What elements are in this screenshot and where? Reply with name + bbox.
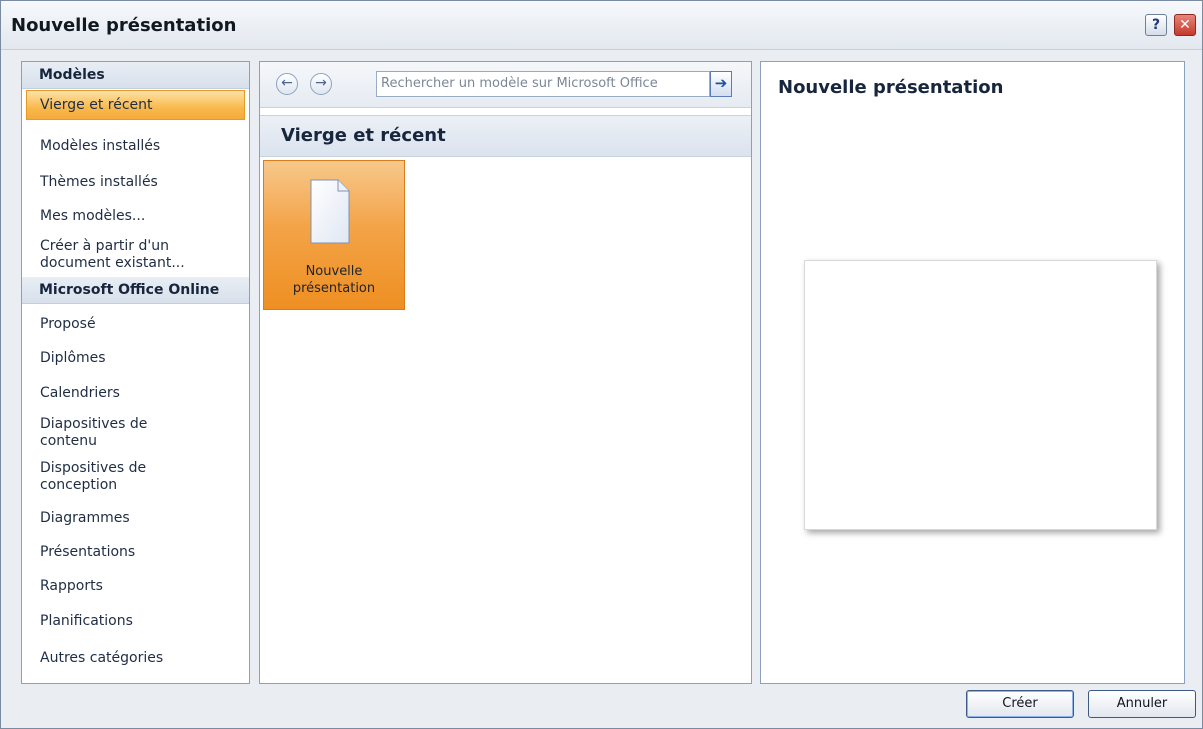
sidebar-item-featured[interactable]: Proposé xyxy=(22,316,249,333)
sidebar-item-reports[interactable]: Rapports xyxy=(22,578,249,595)
tile-label: Nouvelle présentation xyxy=(292,264,376,296)
create-button[interactable]: Créer xyxy=(966,690,1074,718)
blank-document-icon xyxy=(310,179,350,244)
sidebar-item-diagrams[interactable]: Diagrammes xyxy=(22,510,249,527)
window-title: Nouvelle présentation xyxy=(11,15,237,36)
template-search-input[interactable]: Rechercher un modèle sur Microsoft Offic… xyxy=(376,71,710,97)
back-arrow-icon[interactable]: ← xyxy=(276,73,298,95)
title-bar: Nouvelle présentation ? ✕ xyxy=(1,1,1202,50)
cancel-button[interactable]: Annuler xyxy=(1088,690,1196,718)
section-header-office-online: Microsoft Office Online xyxy=(22,277,249,304)
sidebar-item-blank-and-recent[interactable]: Vierge et récent xyxy=(26,90,245,120)
sidebar-item-calendars[interactable]: Calendriers xyxy=(22,385,249,402)
templates-panel: ← → Rechercher un modèle sur Microsoft O… xyxy=(259,61,752,684)
search-go-button[interactable]: ➔ xyxy=(710,71,732,97)
sidebar-item-diplomas[interactable]: Diplômes xyxy=(22,350,249,367)
preview-title: Nouvelle présentation xyxy=(778,77,1004,98)
sidebar-item-installed-themes[interactable]: Thèmes installés xyxy=(22,174,249,191)
sidebar-item-more-categories[interactable]: Autres catégories xyxy=(22,650,249,667)
sidebar-item-my-templates[interactable]: Mes modèles... xyxy=(22,208,249,225)
slide-preview xyxy=(804,260,1157,530)
sidebar-item-presentations[interactable]: Présentations xyxy=(22,544,249,561)
new-presentation-dialog: Nouvelle présentation ? ✕ Modèles Vierge… xyxy=(0,0,1203,729)
category-panel: Modèles Vierge et récent Modèles install… xyxy=(21,61,250,684)
gallery-heading: Vierge et récent xyxy=(260,115,751,157)
sidebar-item-schedules[interactable]: Planifications xyxy=(22,613,249,630)
section-header-templates: Modèles xyxy=(22,62,249,89)
sidebar-item-installed-templates[interactable]: Modèles installés xyxy=(22,138,249,155)
search-toolbar: ← → Rechercher un modèle sur Microsoft O… xyxy=(260,62,751,108)
sidebar-item-new-from-existing[interactable]: Créer à partir d'un document existant... xyxy=(22,238,249,272)
close-button[interactable]: ✕ xyxy=(1174,14,1196,36)
sidebar-item-design-slides[interactable]: Dispositives de conception xyxy=(22,460,249,494)
help-button[interactable]: ? xyxy=(1145,14,1167,36)
preview-panel: Nouvelle présentation xyxy=(760,61,1185,684)
template-tile-new-presentation[interactable]: Nouvelle présentation xyxy=(263,160,405,310)
sidebar-item-content-slides[interactable]: Diapositives de contenu xyxy=(22,416,249,450)
forward-arrow-icon[interactable]: → xyxy=(310,73,332,95)
